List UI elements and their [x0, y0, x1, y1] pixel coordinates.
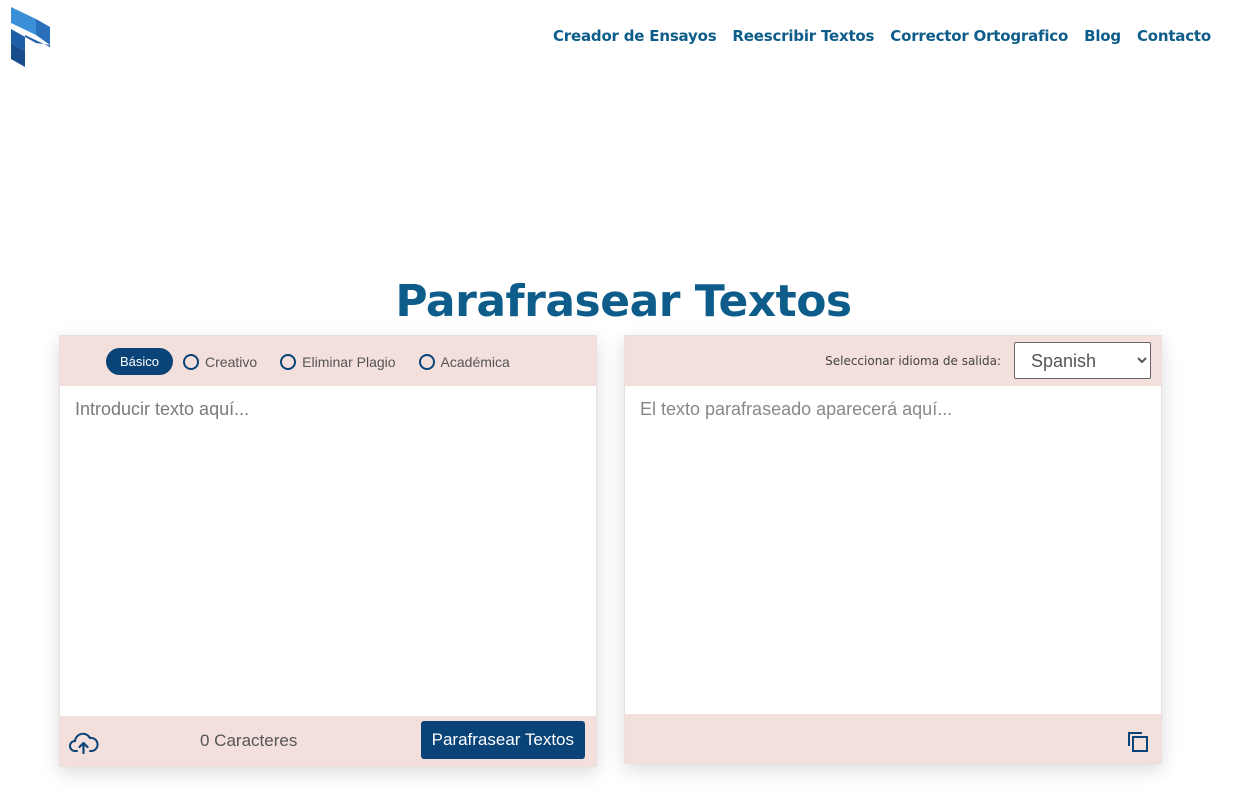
brand-logo-icon[interactable] [9, 7, 51, 67]
mode-selector-bar: Básico Creativo Eliminar Plagio Académic… [60, 336, 596, 386]
nav-link-reescribir-textos[interactable]: Reescribir Textos [732, 27, 874, 45]
input-panel: Básico Creativo Eliminar Plagio Académic… [59, 335, 597, 767]
nav-link-contacto[interactable]: Contacto [1137, 27, 1211, 45]
nav-link-blog[interactable]: Blog [1084, 27, 1121, 45]
language-bar: Seleccionar idioma de salida: Spanish [625, 336, 1161, 386]
radio-icon[interactable] [183, 353, 200, 370]
character-count: 0 Caracteres [200, 731, 298, 750]
mode-eliminar-plagio-label: Eliminar Plagio [302, 353, 396, 370]
radio-icon[interactable] [418, 353, 435, 370]
mode-academica-option[interactable]: Académica [418, 353, 510, 370]
nav-link-creador-de-ensayos[interactable]: Creador de Ensayos [553, 27, 717, 45]
top-nav: Creador de Ensayos Reescribir Textos Cor… [553, 27, 1211, 45]
mode-eliminar-plagio-option[interactable]: Eliminar Plagio [280, 353, 396, 370]
copy-icon[interactable] [1126, 730, 1150, 754]
nav-link-corrector-ortografico[interactable]: Corrector Ortografico [890, 27, 1068, 45]
cloud-upload-icon[interactable] [69, 732, 99, 754]
page-title: Parafrasear Textos [395, 276, 852, 327]
mode-creativo-label: Creativo [205, 353, 258, 370]
output-language-label: Seleccionar idioma de salida: [825, 354, 1001, 368]
input-footer: 0 Caracteres Parafrasear Textos [60, 716, 596, 766]
input-textarea[interactable] [60, 386, 596, 716]
mode-basico-button[interactable]: Básico [106, 348, 174, 375]
output-panel: Seleccionar idioma de salida: Spanish El… [624, 335, 1162, 764]
output-footer [625, 714, 1161, 763]
mode-academica-label: Académica [440, 353, 510, 370]
mode-options: Básico Creativo Eliminar Plagio Académic… [106, 348, 533, 375]
output-text-area[interactable]: El texto parafraseado aparecerá aquí... [625, 386, 1161, 714]
paraphrase-button[interactable]: Parafrasear Textos [420, 721, 585, 759]
mode-creativo-option[interactable]: Creativo [183, 353, 258, 370]
radio-icon[interactable] [280, 353, 297, 370]
output-language-select[interactable]: Spanish [1014, 342, 1151, 379]
